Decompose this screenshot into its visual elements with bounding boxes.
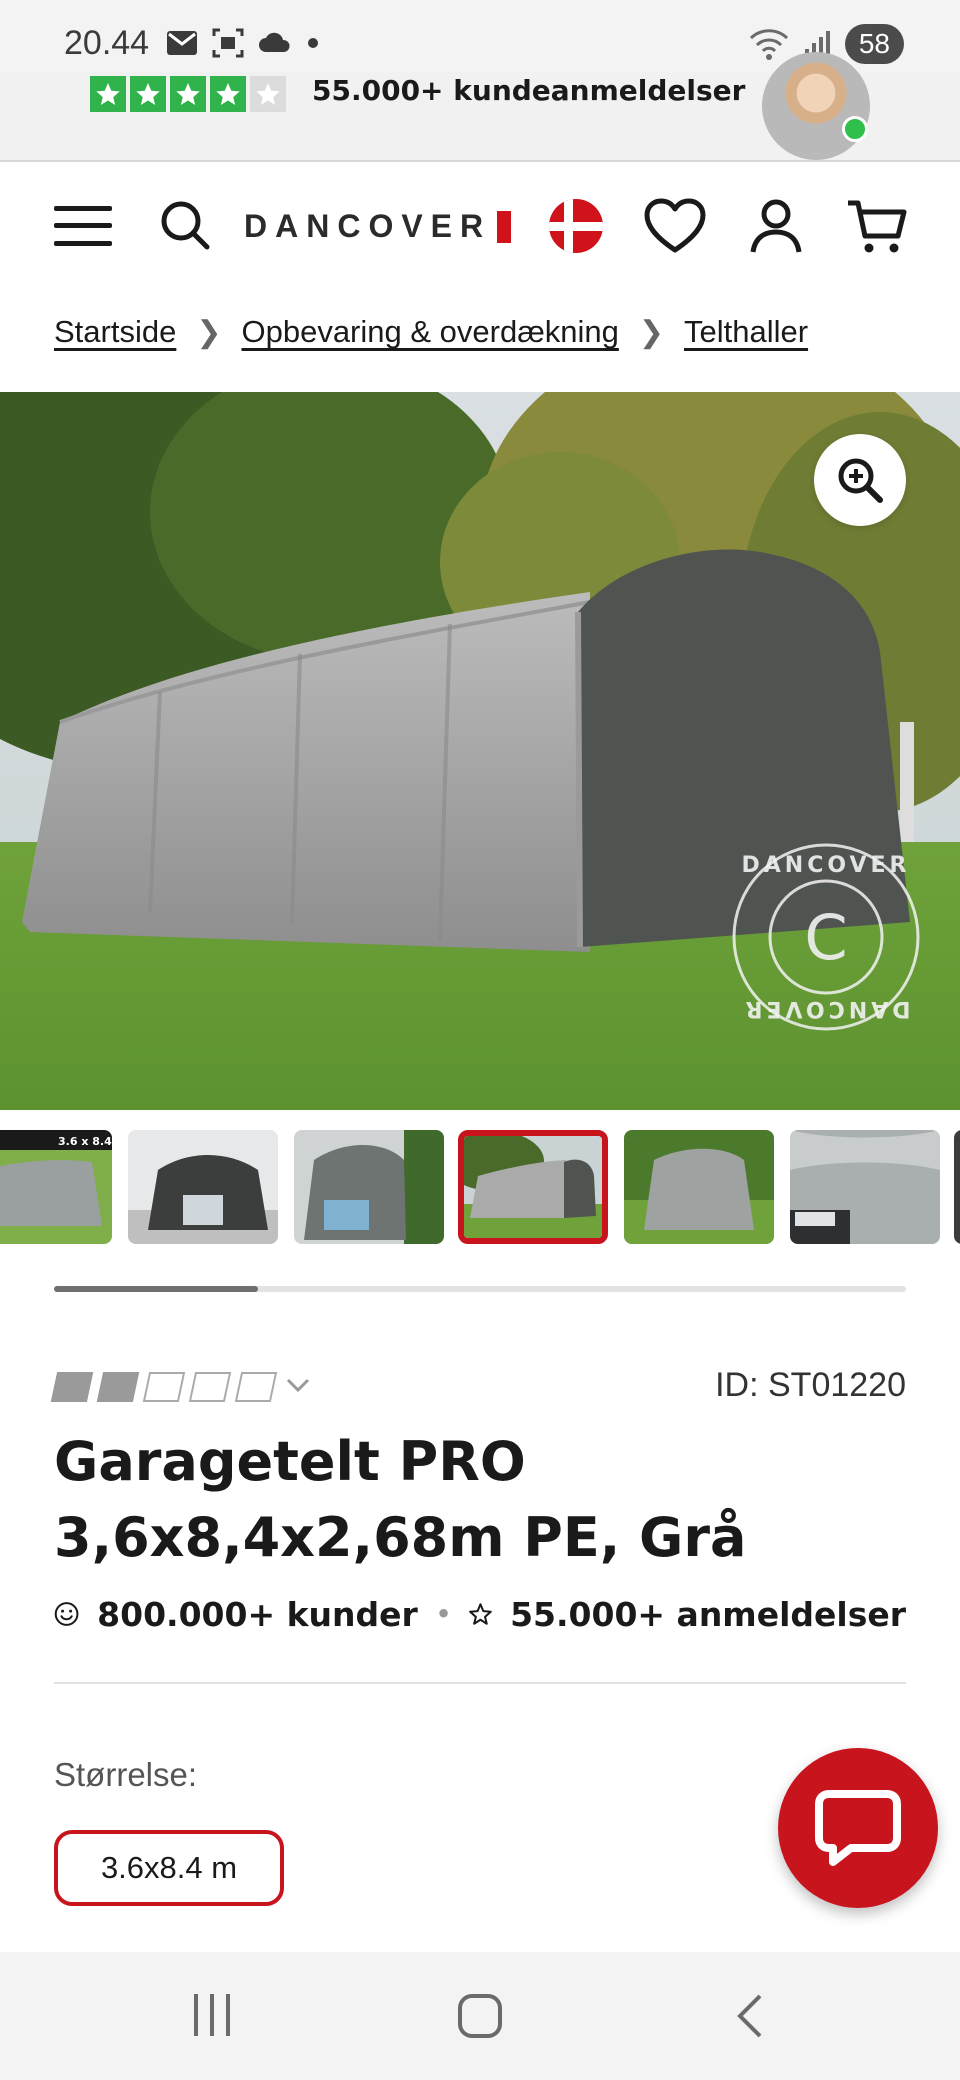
chat-bubble-icon: [815, 1790, 901, 1866]
back-icon[interactable]: [732, 1992, 766, 2040]
thumbnail-4-active[interactable]: [458, 1130, 608, 1244]
thumbnail-strip[interactable]: 3.6 x 8.4: [0, 1130, 960, 1244]
breadcrumb-storage[interactable]: Opbevaring & overdækning: [241, 314, 618, 350]
size-option-selected[interactable]: 3.6x8.4 m: [54, 1830, 284, 1906]
rating-segment: [234, 1372, 278, 1402]
size-label: Størrelse:: [54, 1756, 198, 1793]
chat-button[interactable]: [778, 1748, 938, 1908]
chevron-down-icon[interactable]: [284, 1375, 312, 1399]
rating-segment: [50, 1372, 94, 1402]
dot-icon: [308, 38, 318, 48]
breadcrumb-tent-halls[interactable]: Telthaller: [684, 314, 808, 350]
site-header: DANCOVER: [0, 164, 960, 294]
trust-star-icon: [90, 76, 126, 112]
mail-icon: [167, 31, 197, 55]
star-icon: [469, 1603, 492, 1625]
trust-star-icon: [210, 76, 246, 112]
thumbnail-6[interactable]: [790, 1130, 940, 1244]
thumbnail-1[interactable]: 3.6 x 8.4: [0, 1130, 112, 1244]
online-status-dot: [842, 116, 868, 142]
separator-dot: •: [435, 1600, 452, 1628]
zoom-button[interactable]: [814, 434, 906, 526]
heart-icon[interactable]: [644, 198, 706, 254]
home-icon[interactable]: [456, 1992, 504, 2040]
trust-stats: 800.000+ kunder • 55.000+ anmeldelser: [54, 1592, 906, 1636]
product-main-image[interactable]: C DANCOVER DANCOVER: [0, 392, 960, 1110]
logo-text: DANCOVER: [244, 208, 492, 244]
trust-star-icon: [250, 76, 286, 112]
thumbnail-5[interactable]: [624, 1130, 774, 1244]
recent-apps-icon[interactable]: [190, 1992, 234, 2038]
trust-star-icon: [170, 76, 206, 112]
svg-text:C: C: [804, 901, 847, 974]
thumbnail-3[interactable]: [294, 1130, 444, 1244]
cloud-icon: [259, 32, 290, 52]
status-time: 20.44: [64, 24, 150, 62]
chevron-right-icon: ❯: [196, 315, 222, 349]
trustpilot-stars: [90, 76, 286, 112]
gallery-scroll-track[interactable]: [54, 1286, 906, 1292]
smiley-icon: [54, 1602, 79, 1626]
thumbnail-7[interactable]: [954, 1130, 960, 1244]
support-agent-avatar[interactable]: [762, 52, 870, 160]
search-icon[interactable]: [158, 198, 212, 252]
chevron-right-icon: ❯: [638, 315, 665, 349]
status-icons-left: [166, 28, 320, 58]
rating-level[interactable]: [50, 1372, 312, 1402]
rating-segment: [188, 1372, 232, 1402]
denmark-flag-icon[interactable]: [548, 198, 604, 254]
logo-badge: [497, 210, 512, 243]
product-title-line1: Garagetelt PRO: [54, 1430, 526, 1493]
watermark-bottom-text: DANCOVER: [742, 996, 911, 1021]
cart-icon[interactable]: [846, 198, 908, 256]
product-id: ID: ST01220: [715, 1366, 906, 1404]
menu-icon[interactable]: [52, 204, 114, 248]
dancover-logo[interactable]: DANCOVER: [244, 208, 512, 245]
thumbnail-2[interactable]: [128, 1130, 278, 1244]
trust-star-icon: [130, 76, 166, 112]
android-nav-bar: [0, 1952, 960, 2080]
screenshot-icon: [212, 28, 244, 58]
gallery-scroll-thumb[interactable]: [54, 1286, 259, 1292]
rating-segment: [142, 1372, 186, 1402]
zoom-in-icon: [838, 458, 883, 503]
section-divider: [54, 1682, 906, 1684]
wifi-icon: [749, 29, 788, 60]
watermark-top-text: DANCOVER: [742, 853, 911, 878]
rating-segment: [96, 1372, 140, 1402]
battery-indicator: 58: [844, 24, 904, 64]
review-count: 55.000+ anmeldelser: [510, 1594, 906, 1634]
product-title-line2: 3,6x8,4x2,68m PE, Grå: [54, 1506, 747, 1569]
product-title: Garagetelt PRO 3,6x8,4x2,68m PE, Grå: [54, 1424, 914, 1576]
breadcrumb-home[interactable]: Startside: [54, 314, 176, 350]
customer-count: 800.000+ kunder: [97, 1594, 418, 1634]
thumb-size-label: 3.6 x 8.4: [58, 1135, 112, 1148]
breadcrumb: Startside ❯ Opbevaring & overdækning ❯ T…: [54, 314, 808, 350]
user-icon[interactable]: [750, 198, 802, 254]
trust-review-count: 55.000+ kundeanmeldelser: [312, 74, 746, 107]
tent-photo: C DANCOVER DANCOVER: [0, 392, 960, 1110]
